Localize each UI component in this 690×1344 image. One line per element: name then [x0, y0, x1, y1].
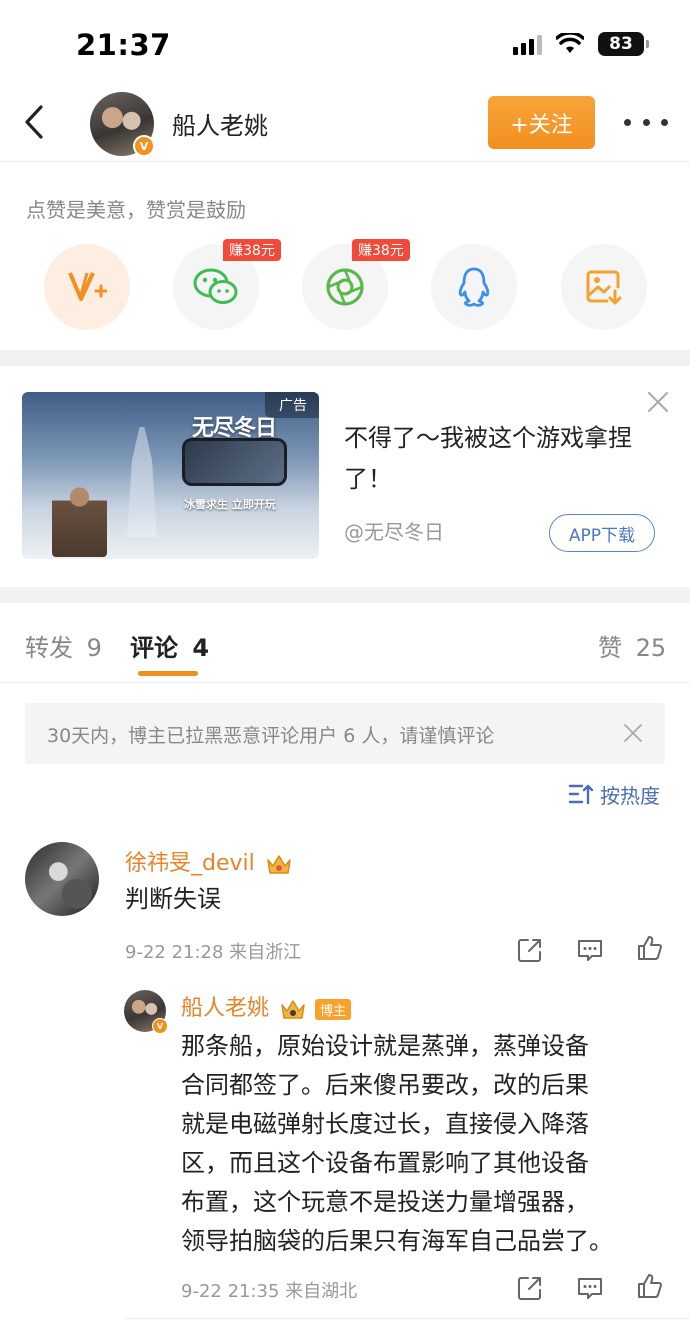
castle-illustration [127, 427, 157, 537]
game-slogan: 冰雪求生 立即开玩 [184, 498, 276, 511]
sort-by-popularity[interactable]: 按热度 [568, 780, 660, 808]
commenter-name[interactable]: 徐祎旻_devil [125, 845, 292, 877]
reward-section: 点赞是美意，赞赏是鼓励 赚38元 赚38元 [0, 162, 690, 350]
comment-text: 判断失误 [125, 885, 221, 913]
tab-comment[interactable]: 评论 4 [130, 628, 209, 663]
blocklist-notice: 30天内，博主已拉黑恶意评论用户 6 人，请谨慎评论 [25, 703, 665, 764]
close-icon[interactable] [646, 390, 670, 414]
like-icon[interactable] [636, 934, 664, 962]
battery-icon: 83 [598, 32, 649, 56]
wechat-icon [193, 268, 238, 304]
comment-meta: 9-22 21:28 来自浙江 [125, 942, 302, 963]
reply-line: 合同都签了。后来傻吊要改，改的后果 [181, 1071, 589, 1099]
tab-count: 9 [86, 634, 102, 662]
repost-icon[interactable] [516, 1274, 544, 1302]
status-indicators: 83 [513, 32, 649, 56]
reply-text: 那条船，原始设计就是蒸弹，蒸弹设备 合同都签了。后来傻吊要改，改的后果 就是电磁… [181, 1027, 613, 1261]
character-illustration [52, 482, 107, 557]
comment-divider [124, 1318, 690, 1319]
reply-line: 就是电磁弹射长度过长，直接侵入降落 [181, 1110, 589, 1138]
author-avatar[interactable]: V [90, 92, 155, 157]
verified-badge-icon: V [133, 135, 155, 157]
like-icon[interactable] [636, 1272, 664, 1300]
reward-tip: 点赞是美意，赞赏是鼓励 [26, 198, 246, 222]
sort-icon [568, 784, 594, 805]
v-plus-icon [68, 272, 107, 301]
share-reward-row: 赚38元 赚38元 [44, 239, 648, 330]
verified-badge-icon: V [152, 1018, 168, 1034]
close-icon[interactable] [623, 723, 643, 743]
replier-name-text: 船人老姚 [181, 996, 270, 1021]
crown-icon [267, 855, 291, 874]
follow-button[interactable]: +关注 [488, 96, 595, 149]
phone-illustration [182, 438, 287, 486]
reply-meta: 9-22 21:35 来自湖北 [181, 1281, 358, 1302]
post-header: V 船人老姚 +关注 [0, 92, 690, 162]
share-qq-button[interactable] [431, 244, 517, 330]
reply-line: 布置，这个玩意不是投送力量增强器， [181, 1188, 589, 1216]
back-icon[interactable] [20, 102, 50, 142]
repost-icon[interactable] [516, 936, 544, 964]
active-tab-indicator [138, 671, 198, 676]
ad-source[interactable]: @无尽冬日 [344, 516, 444, 545]
reply-icon[interactable] [576, 1274, 604, 1302]
tab-count: 4 [192, 634, 210, 662]
ad-card[interactable]: 无尽冬日 冰雪求生 立即开玩 广告 不得了～我被这个游戏拿捏了！ @无尽冬日 A… [0, 366, 690, 586]
commenter-name-text: 徐祎旻_devil [125, 851, 255, 876]
interaction-tabs: 转发 9 评论 4 赞 25 [0, 603, 690, 683]
cellular-signal-icon [513, 33, 542, 55]
crown-icon [281, 1000, 305, 1019]
moments-icon [326, 268, 364, 306]
tab-label: 转发 [25, 634, 73, 662]
more-options-icon[interactable] [624, 108, 668, 136]
ad-label: 广告 [265, 392, 319, 418]
reward-button[interactable] [44, 244, 130, 330]
reply-line: 那条船，原始设计就是蒸弹，蒸弹设备 [181, 1032, 589, 1060]
replier-name[interactable]: 船人老姚 博主 [181, 990, 352, 1022]
notice-text: 30天内，博主已拉黑恶意评论用户 6 人，请谨慎评论 [47, 725, 495, 747]
author-name[interactable]: 船人老姚 [172, 106, 268, 141]
sort-label: 按热度 [600, 783, 660, 808]
game-logo: 无尽冬日 [192, 416, 277, 441]
tab-like[interactable]: 赞 25 [598, 628, 666, 663]
share-wechat-button[interactable]: 赚38元 [173, 239, 281, 330]
earn-tag: 赚38元 [223, 239, 281, 261]
status-bar: 21:37 83 [0, 0, 690, 92]
tab-repost[interactable]: 转发 9 [25, 628, 102, 663]
save-image-icon [586, 270, 622, 305]
tab-count: 25 [635, 634, 667, 662]
ad-image[interactable]: 无尽冬日 冰雪求生 立即开玩 广告 [22, 392, 319, 559]
share-moments-button[interactable]: 赚38元 [302, 239, 410, 330]
reply-icon[interactable] [576, 936, 604, 964]
section-divider [0, 350, 690, 366]
qq-icon [458, 267, 490, 307]
save-image-button[interactable] [561, 244, 647, 330]
ad-title[interactable]: 不得了～我被这个游戏拿捏了！ [344, 418, 644, 500]
blogger-tag: 博主 [315, 998, 352, 1020]
earn-tag: 赚38元 [352, 239, 410, 261]
reply-line: 领导拍脑袋的后果只有海军自己品尝了。 [181, 1227, 613, 1255]
wifi-icon [556, 33, 584, 53]
tab-label: 赞 [598, 634, 622, 662]
tab-label: 评论 [130, 634, 178, 662]
commenter-avatar[interactable] [25, 842, 99, 916]
reply-line: 区，而且这个设备布置影响了其他设备 [181, 1149, 589, 1177]
status-time: 21:37 [76, 28, 171, 62]
section-divider [0, 587, 690, 603]
app-download-button[interactable]: APP下载 [549, 514, 655, 552]
